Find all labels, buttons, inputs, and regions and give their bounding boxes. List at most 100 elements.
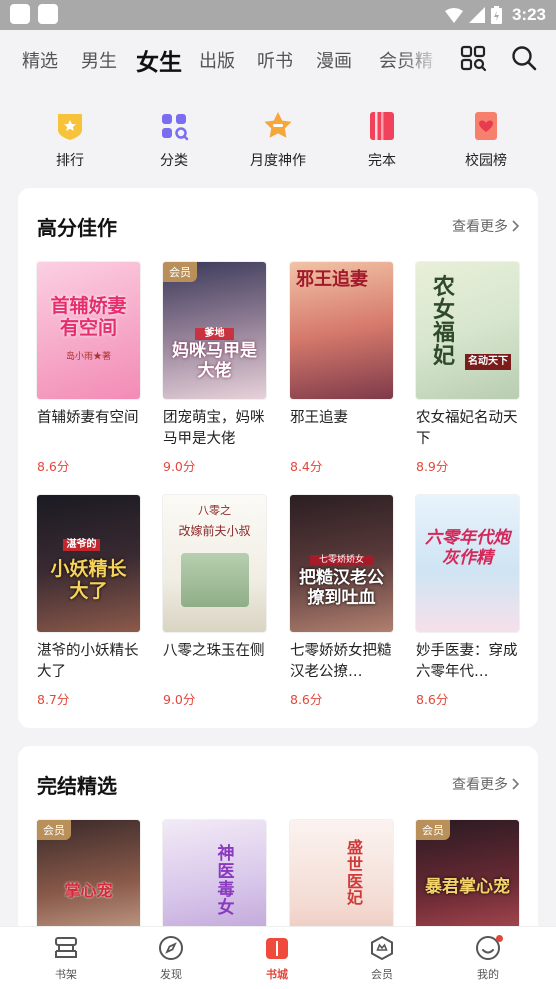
book-title: 团宠萌宝，妈咪马甲是大佬 bbox=[163, 410, 265, 447]
book-title: 妙手医妻：穿成六零年代… bbox=[416, 643, 518, 680]
cover-title-art: 首辅娇妻有空间 bbox=[50, 295, 127, 339]
bottom-tab-membership[interactable]: 会员 bbox=[342, 935, 422, 982]
cover-title-art: 妈咪马甲是大佬 bbox=[172, 341, 257, 381]
book-score: 8.6分 bbox=[416, 692, 449, 707]
notification-icon bbox=[38, 4, 58, 24]
bottom-tab-label: 会员 bbox=[371, 968, 393, 981]
cover-illustration bbox=[181, 553, 249, 607]
cover-title-art: 神医毒女 bbox=[217, 844, 235, 918]
cover-title-art: 小妖精长大了 bbox=[50, 558, 127, 602]
completed-book-icon bbox=[370, 112, 394, 140]
book-item[interactable]: 八零之 改嫁前夫小叔 八零之珠玉在侧 9.0分 bbox=[163, 495, 266, 708]
bottom-tab-bookstore[interactable]: 书城 bbox=[237, 935, 317, 982]
cover-subtitle-art: 七零娇娇女 bbox=[310, 555, 373, 566]
search-icon[interactable] bbox=[510, 44, 538, 72]
cover-author-art: 岛小雨★著 bbox=[65, 352, 111, 362]
book-title: 七零娇娇女把糙汉老公撩… bbox=[290, 643, 392, 680]
book-score: 8.6分 bbox=[290, 692, 323, 707]
tab-male[interactable]: 男生 bbox=[81, 47, 117, 73]
book-cover[interactable]: 会员 爹地 妈咪马甲是大佬 bbox=[163, 262, 266, 399]
book-cover[interactable]: 邪王追妻 bbox=[290, 262, 393, 399]
quick-link-completed[interactable]: 完本 bbox=[330, 100, 434, 170]
book-item[interactable]: 邪王追妻 邪王追妻 8.4分 bbox=[290, 262, 393, 475]
view-more-label: 查看更多 bbox=[452, 777, 508, 793]
book-title: 邪王追妻 bbox=[290, 410, 348, 426]
battery-icon bbox=[490, 6, 502, 24]
view-more-link[interactable]: 查看更多 bbox=[452, 216, 520, 236]
cover-subtitle-art: 爹地 bbox=[195, 328, 234, 340]
cover-title-art: 八零之 bbox=[198, 504, 231, 517]
book-item[interactable]: 首辅娇妻有空间 岛小雨★著 首辅娇妻有空间 8.6分 bbox=[37, 262, 140, 475]
bookstore-icon bbox=[266, 938, 288, 959]
book-title: 农女福妃名动天下 bbox=[416, 410, 518, 447]
quick-link-category[interactable]: 分类 bbox=[122, 100, 226, 170]
book-cover[interactable]: 八零之 改嫁前夫小叔 bbox=[163, 495, 266, 632]
tab-female[interactable]: 女生 bbox=[136, 43, 182, 77]
book-item[interactable]: 农女福妃 名动天下 农女福妃名动天下 8.9分 bbox=[416, 262, 519, 475]
book-item[interactable]: 七零娇娇女 把糙汉老公撩到吐血 七零娇娇女把糙汉老公撩… 8.6分 bbox=[290, 495, 393, 708]
section-title: 高分佳作 bbox=[37, 216, 117, 240]
finished-section: 完结精选 查看更多 会员 掌心宠 神医毒女 盛世医妃 会员 暴君掌心宠 bbox=[18, 746, 538, 957]
book-cover[interactable]: 首辅娇妻有空间 岛小雨★著 bbox=[37, 262, 140, 399]
bottom-tab-profile[interactable]: 我的 bbox=[448, 935, 528, 982]
cover-subtitle-art: 改嫁前夫小叔 bbox=[178, 524, 251, 538]
book-cover[interactable]: 七零娇娇女 把糙汉老公撩到吐血 bbox=[290, 495, 393, 632]
bottom-tab-label: 我的 bbox=[477, 968, 499, 981]
book-score: 8.6分 bbox=[37, 459, 70, 474]
tab-featured[interactable]: 精选 bbox=[22, 47, 58, 73]
bottom-navigation: 书架 发现 书城 会员 我的 bbox=[0, 926, 556, 989]
membership-icon bbox=[371, 935, 393, 961]
view-more-label: 查看更多 bbox=[452, 219, 508, 235]
book-cover[interactable]: 六零年代炮灰作精 bbox=[416, 495, 519, 632]
cover-subtitle-art: 名动天下 bbox=[465, 354, 511, 370]
bottom-tab-label: 书架 bbox=[55, 968, 77, 981]
book-title: 首辅娇妻有空间 bbox=[37, 410, 139, 426]
view-more-link[interactable]: 查看更多 bbox=[452, 774, 520, 794]
book-item[interactable]: 湛爷的 小妖精长大了 湛爷的小妖精长大了 8.7分 bbox=[37, 495, 140, 708]
cover-title-art: 掌心宠 bbox=[64, 881, 113, 900]
cover-title-art: 邪王追妻 bbox=[296, 269, 368, 290]
tab-publishing[interactable]: 出版 bbox=[199, 47, 235, 73]
book-cover[interactable]: 湛爷的 小妖精长大了 bbox=[37, 495, 140, 632]
high-score-section: 高分佳作 查看更多 首辅娇妻有空间 岛小雨★著 首辅娇妻有空间 8.6分 会员 … bbox=[18, 188, 538, 728]
ranking-icon bbox=[58, 114, 82, 140]
category-tab-bar: 精选 男生 女生 出版 听书 漫画 会员精 bbox=[0, 30, 556, 88]
book-score: 9.0分 bbox=[163, 692, 196, 707]
book-title: 湛爷的小妖精长大了 bbox=[37, 643, 139, 680]
tab-fade-overlay bbox=[400, 40, 444, 80]
grid-menu-icon[interactable] bbox=[459, 44, 487, 72]
cover-title-art: 农女福妃 bbox=[432, 274, 455, 370]
clock: 3:23 bbox=[511, 5, 546, 24]
compass-icon bbox=[159, 936, 183, 960]
tab-audiobook[interactable]: 听书 bbox=[257, 47, 293, 73]
notification-icon bbox=[10, 4, 30, 24]
bottom-tab-label: 书城 bbox=[266, 968, 288, 981]
quick-link-campus[interactable]: 校园榜 bbox=[434, 100, 538, 170]
cover-title-art: 把糙汉老公撩到吐血 bbox=[299, 568, 384, 608]
book-title: 八零之珠玉在侧 bbox=[163, 643, 265, 659]
book-item[interactable]: 六零年代炮灰作精 妙手医妻：穿成六零年代… 8.6分 bbox=[416, 495, 519, 708]
book-score: 8.7分 bbox=[37, 692, 70, 707]
campus-list-icon bbox=[475, 112, 497, 140]
quick-link-monthly[interactable]: 月度神作 bbox=[226, 100, 330, 170]
cover-title-art: 暴君掌心宠 bbox=[425, 877, 510, 897]
cover-title-art: 盛世医妃 bbox=[346, 838, 363, 908]
status-bar: 3:23 bbox=[0, 0, 556, 30]
wifi-icon bbox=[444, 7, 463, 23]
bottom-tab-label: 发现 bbox=[160, 968, 182, 981]
chevron-right-icon bbox=[512, 220, 520, 232]
cover-title-art: 六零年代炮灰作精 bbox=[425, 528, 510, 568]
monthly-star-icon bbox=[264, 112, 292, 138]
book-score: 8.9分 bbox=[416, 459, 449, 474]
book-cover[interactable]: 农女福妃 名动天下 bbox=[416, 262, 519, 399]
book-score: 9.0分 bbox=[163, 459, 196, 474]
quick-link-ranking[interactable]: 排行 bbox=[18, 100, 122, 170]
section-title: 完结精选 bbox=[37, 774, 117, 798]
vip-badge: 会员 bbox=[163, 262, 197, 282]
bottom-tab-bookshelf[interactable]: 书架 bbox=[26, 935, 106, 982]
book-score: 8.4分 bbox=[290, 459, 323, 474]
bottom-tab-discover[interactable]: 发现 bbox=[131, 935, 211, 982]
book-item[interactable]: 会员 爹地 妈咪马甲是大佬 团宠萌宝，妈咪马甲是大佬 9.0分 bbox=[163, 262, 266, 475]
bookshelf-icon bbox=[55, 937, 77, 958]
tab-comics[interactable]: 漫画 bbox=[316, 47, 352, 73]
